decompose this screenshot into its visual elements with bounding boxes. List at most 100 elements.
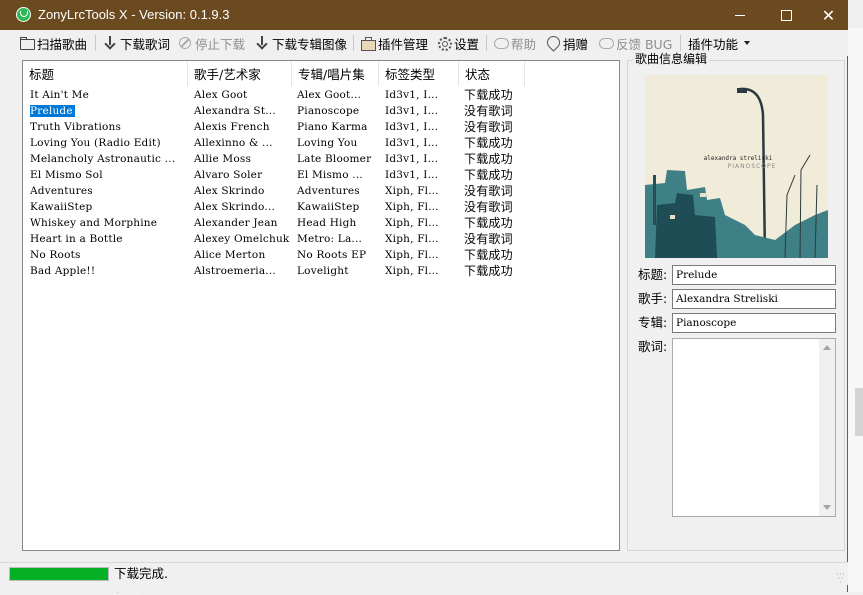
column-header-artist[interactable]: 歌手/艺术家 xyxy=(188,61,292,86)
stop-download-label: 停止下载 xyxy=(195,36,246,52)
cell-title-text: Heart in a Bottle xyxy=(30,233,123,245)
cover-artist-text: alexandra streliski xyxy=(703,155,773,162)
cell-status: 没有歌词 xyxy=(464,183,524,199)
cell-artist-text: Alexey Omelchuk xyxy=(194,233,290,245)
cell-title-text: Melancholy Astronautic ... xyxy=(30,153,176,165)
background-scrollbar xyxy=(855,388,863,436)
column-header-tag-type[interactable]: 标签类型 xyxy=(379,61,459,86)
cell-title: Adventures xyxy=(30,183,186,199)
cell-tag-type: Id3v1, I... xyxy=(385,135,457,151)
cell-album: Loving You xyxy=(297,135,377,151)
cell-title-text: It Ain't Me xyxy=(30,89,90,101)
cell-tag-type: Xiph, Fl... xyxy=(385,247,457,263)
cell-status-text: 没有歌词 xyxy=(464,120,513,134)
cell-album-text: Lovelight xyxy=(297,265,349,277)
cell-tag-type-text: Xiph, Fl... xyxy=(385,233,439,245)
cell-tag-type-text: Id3v1, I... xyxy=(385,137,439,149)
cell-title: Prelude xyxy=(30,103,186,119)
close-icon: ✕ xyxy=(821,5,836,25)
cell-album: El Mismo ... xyxy=(297,167,377,183)
cell-artist: Alexis French xyxy=(194,119,290,135)
help-button[interactable]: 帮助 xyxy=(493,33,536,53)
cell-status: 没有歌词 xyxy=(464,199,524,215)
cell-album: Lovelight xyxy=(297,263,377,279)
settings-button[interactable]: 设置 xyxy=(436,33,479,53)
cell-tag-type-text: Id3v1, I... xyxy=(385,105,439,117)
plugin-features-dropdown[interactable]: 插件功能 xyxy=(688,33,751,53)
cell-status: 下载成功 xyxy=(464,247,524,263)
download-lyrics-button[interactable]: 下载歌词 xyxy=(102,33,170,53)
scroll-down-icon[interactable] xyxy=(823,505,831,510)
cover-album-text: PIANOSCOPE xyxy=(727,163,777,170)
download-icon xyxy=(254,35,270,51)
cell-artist: Allie Moss xyxy=(194,151,290,167)
title-field[interactable]: Prelude xyxy=(672,265,836,285)
close-button[interactable]: ✕ xyxy=(809,0,848,30)
song-row[interactable]: Adventures Alex Skrindo Adventures Xiph, Fl… xyxy=(23,183,619,199)
song-row[interactable]: Bad Apple!! Alstroemeria... Lovelight Xiph,… xyxy=(23,263,619,279)
cell-title-text: Truth Vibrations xyxy=(30,121,122,133)
download-cover-label: 下载专辑图像 xyxy=(272,36,348,52)
album-field[interactable]: Pianoscope xyxy=(672,313,836,333)
song-row[interactable]: Truth Vibrations Alexis French Piano Karma… xyxy=(23,119,619,135)
song-list-header: 标题 歌手/艺术家 专辑/唱片集 标签类型 状态 xyxy=(23,61,619,86)
cell-status: 下载成功 xyxy=(464,135,524,151)
cell-album: Adventures xyxy=(297,183,377,199)
status-bar: 下载完成. · · · · · · xyxy=(0,562,848,587)
cell-title: Whiskey and Morphine xyxy=(30,215,186,231)
cell-tag-type-text: Id3v1, I... xyxy=(385,153,439,165)
cell-tag-type: Xiph, Fl... xyxy=(385,231,457,247)
stop-download-button[interactable]: 停止下载 xyxy=(177,33,245,53)
song-row[interactable]: Prelude Alexandra St... Pianoscope Id3v1, I… xyxy=(23,103,619,119)
download-cover-button[interactable]: 下载专辑图像 xyxy=(254,33,347,53)
scan-songs-button[interactable]: 扫描歌曲 xyxy=(19,33,87,53)
donate-button[interactable]: 捐赠 xyxy=(545,33,588,53)
column-header-status[interactable]: 状态 xyxy=(459,61,525,86)
album-field-label: 专辑: xyxy=(638,315,668,330)
toolbar: 扫描歌曲 下载歌词 停止下载 下载专辑图像 插件管理 设置 帮助 捐赠 反馈 B… xyxy=(0,30,848,56)
song-row[interactable]: It Ain't Me Alex Goot Alex Goot... Id3v1, I… xyxy=(23,87,619,103)
song-row[interactable]: El Mismo Sol Alvaro Soler El Mismo ... Id3v… xyxy=(23,167,619,183)
background-window-edge xyxy=(848,28,863,592)
cell-artist: Alex Skrindo... xyxy=(194,199,290,215)
scan-songs-label: 扫描歌曲 xyxy=(37,36,88,52)
lyrics-content xyxy=(673,339,835,343)
cell-tag-type: Id3v1, I... xyxy=(385,151,457,167)
cell-album: Pianoscope xyxy=(297,103,377,119)
artist-field[interactable]: Alexandra Streliski xyxy=(672,289,836,309)
cell-album: Late Bloomer xyxy=(297,151,377,167)
feedback-button[interactable]: 反馈 BUG xyxy=(598,33,672,53)
cell-status-text: 下载成功 xyxy=(464,152,513,166)
download-progress-bar xyxy=(9,567,109,581)
cell-album-text: Head High xyxy=(297,217,357,229)
lyrics-textarea[interactable] xyxy=(672,338,836,517)
song-row[interactable]: No Roots Alice Merton No Roots EP Xiph, Fl.… xyxy=(23,247,619,263)
song-row[interactable]: Melancholy Astronautic ... Allie Moss Late… xyxy=(23,151,619,167)
briefcase-icon xyxy=(360,35,376,51)
cell-album-text: Metro: La... xyxy=(297,233,363,245)
download-icon xyxy=(102,35,118,51)
cell-tag-type-text: Xiph, Fl... xyxy=(385,185,439,197)
minimize-button[interactable] xyxy=(717,0,763,30)
column-header-album[interactable]: 专辑/唱片集 xyxy=(292,61,379,86)
album-cover-image: alexandra streliski PIANOSCOPE xyxy=(645,75,828,258)
column-header-title[interactable]: 标题 xyxy=(23,61,188,86)
toolbar-separator xyxy=(353,35,354,51)
resize-grip-icon[interactable]: · · · · · · xyxy=(836,571,845,587)
plugin-manage-button[interactable]: 插件管理 xyxy=(360,33,428,53)
song-row[interactable]: KawaiiStep Alex Skrindo... KawaiiStep Xiph,… xyxy=(23,199,619,215)
cell-title: Bad Apple!! xyxy=(30,263,186,279)
song-row[interactable]: Loving You (Radio Edit) Allexinno & ... Lo… xyxy=(23,135,619,151)
song-row[interactable]: Heart in a Bottle Alexey Omelchuk Metro: L… xyxy=(23,231,619,247)
plugin-manage-label: 插件管理 xyxy=(378,36,429,52)
song-row[interactable]: Whiskey and Morphine Alexander Jean Head H… xyxy=(23,215,619,231)
scroll-up-icon[interactable] xyxy=(823,345,831,350)
cell-album-text: KawaiiStep xyxy=(297,201,360,213)
download-lyrics-label: 下载歌词 xyxy=(120,36,171,52)
cell-status-text: 下载成功 xyxy=(464,88,513,102)
lyrics-scrollbar[interactable] xyxy=(819,339,835,516)
title-bar[interactable]: ZonyLrcTools X - Version: 0.1.9.3 ✕ xyxy=(0,0,848,30)
maximize-button[interactable] xyxy=(763,0,809,30)
song-list[interactable]: 标题 歌手/艺术家 专辑/唱片集 标签类型 状态 It Ain't Me Alex… xyxy=(22,60,620,551)
cell-title-text: Bad Apple!! xyxy=(30,265,96,277)
